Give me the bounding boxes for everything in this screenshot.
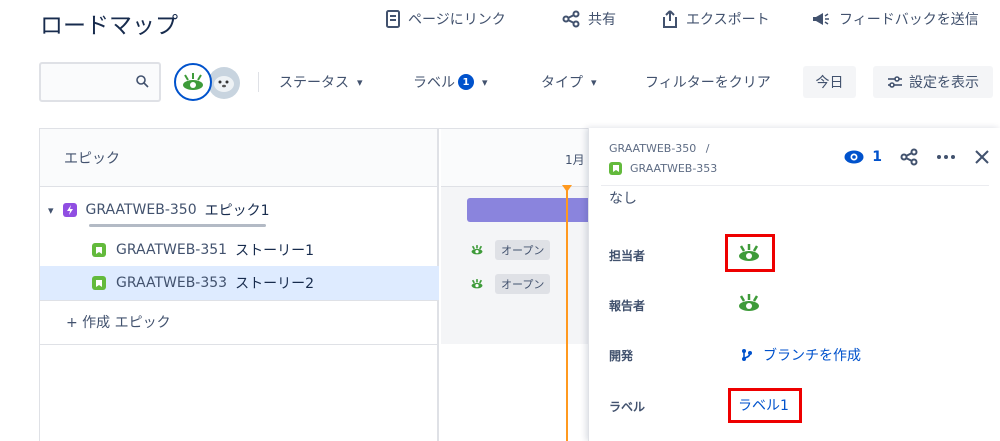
breadcrumb: GRAATWEB-350 / (609, 142, 710, 155)
type-filter[interactable]: タイプ ▾ (541, 72, 597, 92)
search-icon (136, 75, 149, 88)
page-link-label: ページにリンク (408, 12, 506, 28)
story-icon (92, 243, 106, 257)
document-icon (386, 10, 400, 28)
clear-filters-label: フィルターをクリア (645, 75, 771, 91)
panel-header-divider (601, 185, 989, 186)
issue-key[interactable]: GRAATWEB-353 (630, 162, 717, 175)
view-settings-button[interactable]: 設定を表示 (873, 66, 993, 98)
more-icon[interactable] (936, 154, 956, 160)
search-input[interactable] (39, 62, 161, 102)
field-value-none: なし (609, 191, 637, 207)
assignee-filter-avatar[interactable] (174, 63, 212, 101)
today-line (566, 187, 568, 441)
story-summary: ストーリー2 (235, 276, 315, 292)
status-pill: オープン (495, 274, 551, 294)
story-key: GRAATWEB-353 (116, 275, 228, 291)
epic-column-header: エピック (40, 129, 437, 187)
toolbar-divider (258, 72, 259, 92)
assignee-avatar[interactable] (736, 242, 762, 268)
epic-column: エピック ▾ GRAATWEB-350 エピック1 GRAATWEB-351 ス… (40, 129, 439, 441)
issue-key-row: GRAATWEB-353 (609, 162, 717, 175)
label-chip-link[interactable]: ラベル1 (738, 395, 789, 415)
reporter-avatar[interactable] (736, 292, 762, 318)
story-row-selected[interactable]: GRAATWEB-353 ストーリー2 (40, 266, 439, 300)
feedback-label: フィードバックを送信 (839, 12, 979, 28)
eye-avatar-icon (739, 244, 759, 261)
assignee-label: 担当者 (609, 249, 646, 263)
status-pill: オープン (495, 240, 551, 260)
chevron-down-icon: ▾ (482, 75, 488, 89)
share-label: 共有 (588, 12, 616, 28)
export-label: エクスポート (686, 12, 770, 28)
story-row[interactable]: GRAATWEB-351 ストーリー1 (40, 230, 439, 270)
share-icon[interactable] (900, 148, 918, 166)
chevron-down-icon[interactable]: ▾ (48, 204, 54, 217)
development-label: 開発 (609, 349, 634, 363)
today-marker (562, 185, 572, 192)
story-status: オープン (469, 240, 551, 260)
create-branch-label: ブランチを作成 (763, 348, 861, 364)
row-divider (40, 344, 437, 345)
epic-summary: エピック1 (204, 203, 270, 219)
labels-label: ラベル (609, 400, 646, 414)
eye-avatar-icon (739, 294, 759, 311)
issue-detail-panel: GRAATWEB-350 / GRAATWEB-353 1 なし 担当者 報告者… (588, 128, 1000, 441)
label-filter-count-badge: 1 (458, 74, 474, 90)
seal-avatar-icon (214, 76, 234, 92)
watch-count: 1 (872, 149, 882, 165)
eye-avatar-icon (471, 245, 483, 255)
label-filter-label: ラベル (413, 75, 455, 91)
create-branch-link[interactable]: ブランチを作成 (741, 345, 861, 365)
share-button[interactable]: 共有 (562, 9, 616, 29)
chevron-down-icon: ▾ (591, 75, 597, 89)
status-filter[interactable]: ステータス ▾ (279, 72, 363, 92)
reporter-label: 報告者 (609, 299, 646, 313)
breadcrumb-separator: / (705, 142, 710, 155)
row-divider (40, 300, 437, 301)
label-filter[interactable]: ラベル 1 ▾ (413, 72, 488, 92)
page-title: ロードマップ (40, 13, 178, 39)
watch-button[interactable]: 1 (844, 149, 882, 165)
create-epic-button[interactable]: + 作成 エピック (40, 302, 439, 342)
eye-avatar-icon (471, 279, 483, 289)
export-button[interactable]: エクスポート (662, 9, 770, 29)
sliders-icon (888, 76, 902, 88)
story-key: GRAATWEB-351 (116, 242, 228, 258)
epic-timeline-bar[interactable] (467, 198, 597, 222)
month-label: 1月 (565, 153, 585, 167)
epic-key: GRAATWEB-350 (85, 202, 197, 218)
clear-filters-button[interactable]: フィルターをクリア (645, 72, 771, 92)
export-icon (663, 10, 677, 28)
feedback-button[interactable]: フィードバックを送信 (811, 9, 979, 29)
eye-icon (844, 150, 864, 164)
chevron-down-icon: ▾ (357, 75, 363, 89)
story-summary: ストーリー1 (235, 243, 315, 259)
share-icon (562, 10, 580, 28)
epic-icon (62, 203, 77, 217)
seal-avatar[interactable] (208, 67, 240, 99)
panel-actions: 1 (826, 148, 990, 166)
eye-avatar-icon (183, 73, 203, 90)
page-link-button[interactable]: ページにリンク (386, 9, 506, 29)
close-icon[interactable] (974, 149, 990, 165)
megaphone-icon (813, 13, 829, 25)
today-button[interactable]: 今日 (803, 66, 856, 98)
story-icon (609, 162, 622, 175)
breadcrumb-parent-key[interactable]: GRAATWEB-350 (609, 142, 696, 155)
story-status: オープン (469, 274, 551, 294)
status-filter-label: ステータス (279, 75, 349, 91)
type-filter-label: タイプ (541, 75, 583, 91)
story-icon (92, 276, 106, 290)
view-settings-label: 設定を表示 (909, 75, 979, 91)
branch-icon (742, 349, 752, 361)
epic-progress-bar (89, 224, 266, 227)
